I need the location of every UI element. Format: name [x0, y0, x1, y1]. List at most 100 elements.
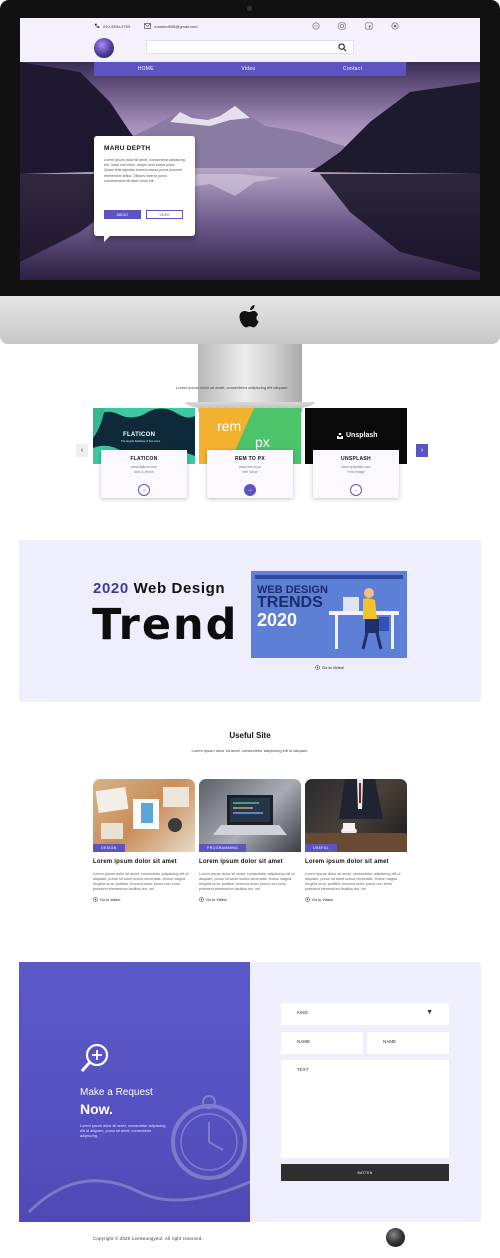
- card-text: Lorem ipsum dolor sit amet, consectetur …: [93, 872, 189, 891]
- request-heading-strong: Now.: [80, 1101, 113, 1117]
- instagram-icon[interactable]: [338, 22, 346, 30]
- request-text: Lorem ipsum dolor sit amet, consectetur …: [80, 1124, 166, 1138]
- site-info: UNSPLASH www.unsplash.com Free image →: [313, 450, 399, 498]
- trend-big-title: Trend: [92, 600, 239, 650]
- request-heading: Make a Request: [80, 1087, 153, 1098]
- about-button[interactable]: ABOUT: [104, 210, 141, 219]
- businessman-illustration: [305, 779, 407, 852]
- contact-bar: 010-3394-5793 maruboi999@gmail.com: [20, 18, 480, 34]
- message-placeholder: TEXT: [297, 1067, 309, 1072]
- laptop-illustration: [213, 795, 287, 835]
- useful-photo: USEFUL: [305, 779, 407, 852]
- card-video-link[interactable]: Go to Video!: [199, 897, 301, 902]
- email-address: maruboi999@gmail.com: [154, 23, 198, 29]
- flaticon-tagline: The largest database of free icons: [121, 440, 161, 443]
- site-url: www.unsplash.com: [341, 465, 371, 469]
- hero-card-buttons: ABOUT VIDEO: [104, 210, 183, 219]
- github-icon[interactable]: [391, 22, 399, 30]
- useful-title: Useful Site: [229, 731, 271, 740]
- video-button[interactable]: VIDEO: [146, 210, 183, 219]
- site-go-button[interactable]: →: [350, 484, 362, 496]
- site-logo[interactable]: [94, 38, 114, 58]
- name-field-2[interactable]: NAME: [367, 1032, 449, 1054]
- name-field-placeholder: NAME: [297, 1039, 311, 1044]
- phone-number: 010-3394-5793: [103, 23, 131, 29]
- card-text: Lorem ipsum dolor sit amet, consectetur …: [199, 872, 295, 891]
- trend-year: 2020: [93, 580, 129, 597]
- unsplash-text: Unsplash: [346, 432, 378, 439]
- hero-card: MARU DEPTH Lorem ipsum dolor sit amet, c…: [94, 136, 195, 242]
- submit-button[interactable]: BATTEN: [281, 1164, 449, 1181]
- trend-heading: 2020 Web Design: [93, 580, 225, 597]
- copyright-text: Copyright © 2020 LeeSeungyeol. All right…: [93, 1236, 203, 1241]
- site-card-flaticon[interactable]: FLATICON The largest database of free ic…: [93, 408, 195, 498]
- site-card-unsplash[interactable]: Unsplash UNSPLASH www.unsplash.com Free i…: [305, 408, 407, 498]
- hero-landscape: [20, 62, 480, 280]
- flaticon-wordmark: FLATICON: [123, 432, 156, 438]
- site-url: www.rem to px: [238, 465, 262, 469]
- trend-video-thumbnail[interactable]: WEB DESIGN TRENDS 2020: [251, 571, 407, 658]
- site-desc: rem Value: [242, 469, 258, 474]
- go-to-video-text: Go to Video!: [322, 665, 345, 670]
- sites-subtitle: Lorem ipsum dolor sit amet, consectetur …: [176, 385, 289, 390]
- site-url: www.flaticon.com: [130, 465, 158, 469]
- nav-video[interactable]: Video: [241, 66, 255, 72]
- footer-logo[interactable]: [386, 1228, 405, 1247]
- card-video-link[interactable]: Go to video!: [93, 897, 195, 902]
- px-text: px: [255, 434, 270, 450]
- play-circle-icon: [199, 897, 204, 902]
- card-link-text: Go to Video!: [206, 897, 228, 902]
- card-title: Lorem ipsum dolor sit amet: [199, 859, 283, 865]
- trend-heading-text: Web Design: [133, 580, 226, 597]
- kind-select[interactable]: KIND ▼: [281, 1003, 449, 1025]
- trend-section: 2020 Web Design Trend WEB DESIGN TRENDS …: [19, 540, 481, 702]
- imac-screen: 010-3394-5793 maruboi999@gmail.com HOME …: [20, 18, 480, 280]
- play-circle-icon: [93, 897, 98, 902]
- facebook-icon[interactable]: [365, 22, 373, 30]
- useful-card[interactable]: USEFUL Lorem ipsum dolor sit amet Lorem …: [305, 779, 407, 902]
- site-desc: Icon & Vector: [133, 469, 155, 474]
- slider-next-button[interactable]: ›: [416, 444, 428, 457]
- useful-card[interactable]: PROGRAMMING Lorem ipsum dolor sit amet L…: [199, 779, 301, 902]
- card-title: Lorem ipsum dolor sit amet: [305, 859, 389, 865]
- name-field-2-placeholder: NAME: [383, 1039, 397, 1044]
- landscape-image: [20, 62, 480, 280]
- site-header: [20, 34, 480, 62]
- hero-card-title: MARU DEPTH: [104, 145, 151, 152]
- nav-home[interactable]: HOME: [138, 66, 154, 72]
- slider-prev-button[interactable]: ‹: [76, 444, 88, 457]
- card-link-text: Go to Video!: [312, 897, 334, 902]
- site-info: FLATICON www.flaticon.com Icon & Vector →: [101, 450, 187, 498]
- camera-dot: [247, 6, 252, 11]
- useful-card[interactable]: DESIGN Lorem ipsum dolor sit amet Lorem …: [93, 779, 195, 902]
- designer-illustration: [329, 588, 399, 650]
- chat-icon[interactable]: [312, 22, 320, 30]
- email-contact[interactable]: maruboi999@gmail.com: [144, 23, 198, 29]
- site-card-rem-to-px[interactable]: rem px REM TO PX www.rem to px rem Value …: [199, 408, 301, 498]
- arrow-right-icon: →: [141, 487, 147, 493]
- search-icon[interactable]: [338, 43, 347, 52]
- card-title: Lorem ipsum dolor sit amet: [93, 859, 177, 865]
- go-to-video-link[interactable]: Go to Video!: [315, 665, 344, 670]
- request-form: KIND ▼ NAME NAME TEXT BATTEN: [250, 962, 481, 1222]
- search-input[interactable]: [146, 40, 354, 54]
- card-tag: PROGRAMMING: [199, 844, 247, 852]
- programming-photo: PROGRAMMING: [199, 779, 301, 852]
- unsplash-icon: [337, 432, 343, 439]
- imac-chin: [0, 296, 500, 344]
- message-textarea[interactable]: TEXT: [281, 1060, 449, 1158]
- chevron-right-icon: ›: [420, 447, 424, 454]
- card-video-link[interactable]: Go to Video!: [305, 897, 407, 902]
- nav-contact[interactable]: Contact: [343, 66, 362, 72]
- name-field[interactable]: NAME: [281, 1032, 363, 1054]
- site-go-button[interactable]: →: [244, 484, 256, 496]
- phone-contact[interactable]: 010-3394-5793: [94, 23, 130, 29]
- arrow-right-icon: →: [353, 487, 359, 493]
- phone-icon: [94, 23, 100, 28]
- magnifier-plus-icon: [80, 1043, 109, 1072]
- request-panel: Make a Request Now. Lorem ipsum dolor si…: [19, 962, 250, 1222]
- site-go-button[interactable]: →: [138, 484, 150, 496]
- kind-select-value: KIND: [297, 1010, 308, 1015]
- apple-logo-icon: [239, 305, 259, 328]
- card-link-text: Go to video!: [100, 897, 121, 902]
